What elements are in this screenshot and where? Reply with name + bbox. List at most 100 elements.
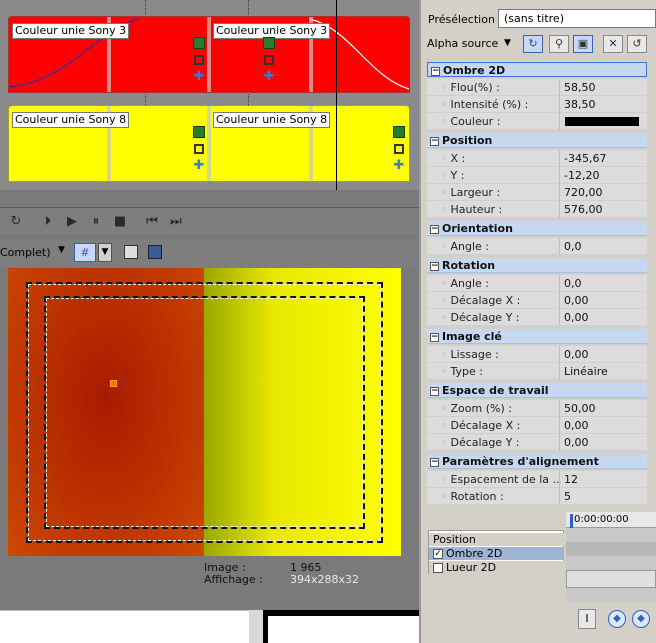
kf-track-glow[interactable]: Lueur 2D (429, 561, 564, 574)
property-row[interactable]: Décalage X :0,00 (427, 417, 647, 434)
anchor-point[interactable] (110, 380, 117, 387)
checkbox-checked[interactable]: ✓ (433, 549, 443, 559)
property-section[interactable]: − Ombre 2D (427, 62, 647, 77)
chevron-down-icon[interactable]: ▼ (58, 245, 65, 255)
keyframe-timeline[interactable]: 0:00:00:00 (566, 512, 656, 602)
property-value[interactable]: 0,0 (559, 238, 644, 255)
stop-icon[interactable]: ■ (112, 214, 128, 230)
collapse-icon[interactable]: − (430, 224, 439, 234)
film-icon[interactable] (393, 126, 405, 138)
film-icon[interactable] (263, 37, 275, 49)
property-row[interactable]: Y :-12,20 (427, 167, 647, 184)
property-value[interactable]: 576,00 (559, 201, 644, 218)
property-value[interactable]: 5 (559, 488, 644, 505)
reset-icon[interactable]: ↺ (627, 35, 647, 53)
property-value[interactable]: -345,67 (559, 150, 644, 167)
property-value[interactable]: 0,00 (559, 309, 644, 326)
next-keyframe-icon[interactable]: ◆ (632, 610, 650, 628)
crop-icon[interactable] (394, 144, 404, 154)
kf-track-position[interactable]: Position (429, 533, 564, 546)
property-row[interactable]: Zoom (%) :50,00 (427, 400, 647, 417)
property-value[interactable]: -12,20 (559, 167, 644, 184)
property-row[interactable]: Couleur : (427, 113, 647, 130)
play-icon[interactable]: ▶ (64, 214, 80, 230)
video-event-yellow[interactable]: Couleur unie Sony 8 Couleur unie Sony 8 … (8, 105, 410, 182)
collapse-icon[interactable]: − (430, 457, 439, 467)
property-row[interactable]: Rotation :5 (427, 488, 647, 505)
property-row[interactable]: Intensité (%) :38,50 (427, 96, 647, 113)
pause-icon[interactable]: ⏸ (88, 214, 104, 230)
property-value[interactable]: 720,00 (559, 184, 644, 201)
chevron-down-icon[interactable]: ▼ (504, 38, 511, 48)
property-value[interactable]: 58,50 (559, 79, 644, 96)
move-freely-icon[interactable]: ▣ (573, 35, 593, 53)
film-icon[interactable] (193, 126, 205, 138)
playhead-cursor[interactable] (336, 0, 337, 190)
property-row[interactable]: Lissage :0,00 (427, 346, 647, 363)
property-section[interactable]: − Rotation (427, 258, 647, 273)
property-row[interactable]: Flou(%) :58,50 (427, 79, 647, 96)
property-row[interactable]: Largeur :720,00 (427, 184, 647, 201)
property-row[interactable]: X :-345,67 (427, 150, 647, 167)
delete-keyframe-icon[interactable]: ✕ (603, 35, 623, 53)
preview-quality-select[interactable]: Complet) (0, 246, 51, 259)
lock-icon[interactable]: I (578, 609, 596, 629)
property-row[interactable]: Décalage Y :0,00 (427, 434, 647, 451)
prev-keyframe-icon[interactable]: ◆ (608, 610, 626, 628)
property-row[interactable]: Espacement de la ...12 (427, 471, 647, 488)
alpha-source-label[interactable]: Alpha source (427, 37, 498, 50)
grid-icon[interactable]: # (74, 243, 96, 262)
video-event-red[interactable]: Couleur unie Sony 3 Couleur unie Sony 3 … (8, 16, 410, 93)
crop-icon[interactable] (264, 55, 274, 65)
property-value[interactable]: Linéaire (559, 363, 644, 380)
property-value[interactable]: 12 (559, 471, 644, 488)
prev-frame-icon[interactable]: ⏮ (144, 214, 160, 230)
color-swatch[interactable] (565, 117, 639, 126)
pan-icon[interactable]: ✚ (393, 159, 405, 172)
property-section[interactable]: − Paramètres d'alignement (427, 454, 647, 469)
property-value[interactable]: 0,0 (559, 275, 644, 292)
crop-icon[interactable] (194, 144, 204, 154)
next-frame-icon[interactable]: ⏭ (168, 214, 184, 230)
property-value[interactable]: 0,00 (559, 292, 644, 309)
lock-aspect-icon[interactable]: ⚲ (549, 35, 569, 53)
film-icon[interactable] (193, 37, 205, 49)
property-value[interactable]: 50,00 (559, 400, 644, 417)
property-row[interactable]: Type :Linéaire (427, 363, 647, 380)
kf-scrollbar[interactable] (566, 570, 656, 588)
chevron-down-icon[interactable]: ▼ (98, 243, 112, 262)
property-row[interactable]: Hauteur :576,00 (427, 201, 647, 218)
timeline[interactable]: Couleur unie Sony 3 Couleur unie Sony 3 … (0, 0, 419, 190)
copy-frame-icon[interactable] (124, 245, 138, 259)
pan-icon[interactable]: ✚ (193, 70, 205, 83)
property-section[interactable]: − Espace de travail (427, 383, 647, 398)
property-row[interactable]: Angle :0,0 (427, 238, 647, 255)
preset-select[interactable]: (sans titre) (498, 9, 656, 28)
crop-icon[interactable] (194, 55, 204, 65)
property-value[interactable] (559, 113, 644, 130)
kf-track-shadow[interactable]: ✓ Ombre 2D (429, 547, 564, 560)
pan-icon[interactable]: ✚ (263, 70, 275, 83)
property-row[interactable]: Décalage X :0,00 (427, 292, 647, 309)
play-from-start-icon[interactable]: ⏵ (40, 214, 56, 230)
collapse-icon[interactable]: − (431, 66, 440, 76)
save-frame-icon[interactable] (148, 245, 162, 259)
property-value[interactable]: 0,00 (559, 417, 644, 434)
kf-cursor[interactable] (570, 514, 573, 528)
collapse-icon[interactable]: − (430, 386, 439, 396)
property-value[interactable]: 0,00 (559, 434, 644, 451)
loop-icon[interactable]: ↻ (8, 214, 24, 230)
collapse-icon[interactable]: − (430, 261, 439, 271)
sync-cursor-icon[interactable]: ↻ (523, 35, 543, 53)
property-section[interactable]: − Position (427, 133, 647, 148)
property-row[interactable]: Décalage Y :0,00 (427, 309, 647, 326)
property-row[interactable]: Angle :0,0 (427, 275, 647, 292)
pan-icon[interactable]: ✚ (193, 159, 205, 172)
property-value[interactable]: 38,50 (559, 96, 644, 113)
checkbox-unchecked[interactable] (433, 563, 443, 573)
property-value[interactable]: 0,00 (559, 346, 644, 363)
collapse-icon[interactable]: − (430, 332, 439, 342)
property-section[interactable]: − Image clé (427, 329, 647, 344)
collapse-icon[interactable]: − (430, 136, 439, 146)
property-section[interactable]: − Orientation (427, 221, 647, 236)
